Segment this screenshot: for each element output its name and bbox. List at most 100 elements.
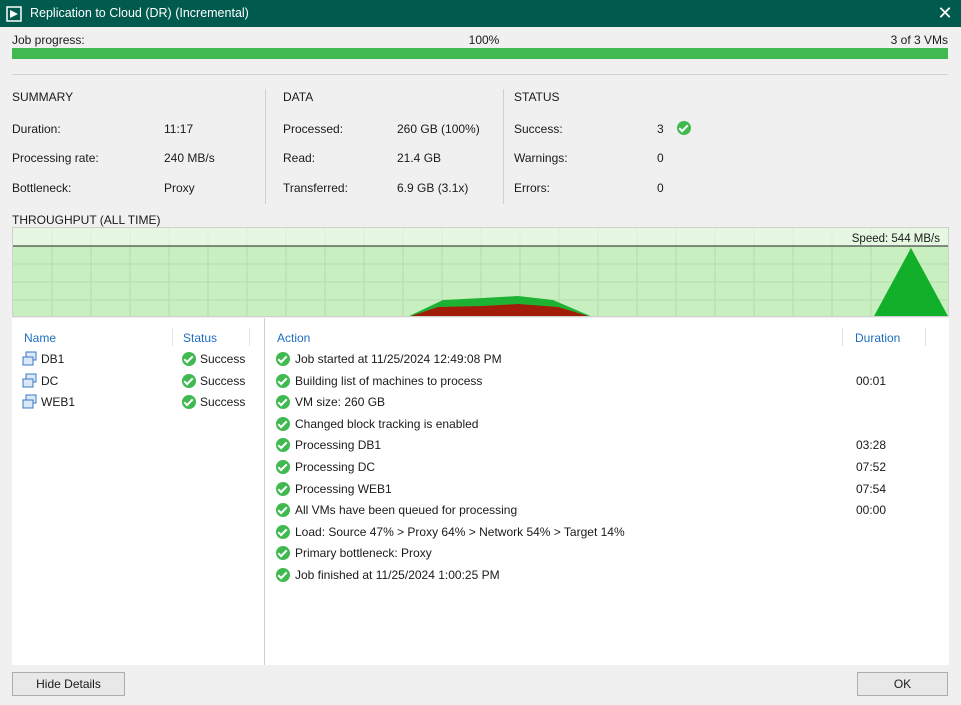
vm-row[interactable]: WEB1 Success: [20, 394, 255, 412]
vm-status-column-header[interactable]: Status: [183, 331, 217, 345]
speed-label: Speed: 544 MB/s: [851, 233, 940, 245]
vm-name: DC: [41, 374, 59, 388]
check-circle-icon: [276, 395, 290, 409]
divider: [265, 89, 266, 204]
action-text: Job started at 11/25/2024 12:49:08 PM: [295, 352, 502, 366]
summary-bottleneck-label: Bottleneck:: [12, 181, 72, 195]
vm-name-column-header[interactable]: Name: [24, 331, 56, 345]
action-text: Load: Source 47% > Proxy 64% > Network 5…: [295, 525, 625, 539]
job-progress-bar: [12, 48, 948, 59]
vm-icon: [22, 373, 37, 388]
summary-bottleneck-value: Proxy: [164, 181, 195, 195]
action-duration: 00:00: [856, 503, 887, 517]
check-circle-icon: [276, 482, 290, 496]
check-circle-icon: [276, 438, 290, 452]
action-row[interactable]: Job finished at 11/25/2024 1:00:25 PM: [276, 567, 941, 585]
check-circle-icon: [276, 503, 290, 517]
summary-duration-label: Duration:: [12, 122, 61, 136]
vm-icon: [22, 394, 37, 409]
data-read-label: Read:: [283, 151, 316, 165]
data-heading: DATA: [283, 90, 314, 104]
action-text: Processing DC: [295, 460, 376, 474]
summary-rate-value: 240 MB/s: [164, 151, 215, 165]
action-text: VM size: 260 GB: [295, 395, 386, 409]
action-row[interactable]: Job started at 11/25/2024 12:49:08 PM: [276, 351, 941, 369]
action-text: Processing DB1: [295, 438, 382, 452]
column-separator: [172, 328, 173, 346]
action-row[interactable]: Load: Source 47% > Proxy 64% > Network 5…: [276, 524, 941, 542]
status-success-label: Success:: [514, 122, 563, 136]
action-text: Job finished at 11/25/2024 1:00:25 PM: [295, 568, 500, 582]
vm-row[interactable]: DB1 Success: [20, 351, 255, 369]
job-progress-vm-count: 3 of 3 VMs: [890, 33, 948, 47]
action-row[interactable]: VM size: 260 GB: [276, 394, 941, 412]
action-row[interactable]: Building list of machines to process 00:0…: [276, 373, 941, 391]
divider: [12, 74, 948, 75]
check-circle-icon: [182, 374, 196, 388]
action-row[interactable]: All VMs have been queued for processing 0…: [276, 502, 941, 520]
data-transferred-label: Transferred:: [283, 181, 348, 195]
action-duration: 00:01: [856, 374, 887, 388]
duration-column-header[interactable]: Duration: [855, 331, 900, 345]
throughput-chart: Speed: 544 MB/s: [12, 227, 949, 317]
check-circle-icon: [276, 417, 290, 431]
action-text: Processing WEB1: [295, 482, 392, 496]
status-errors-label: Errors:: [514, 181, 550, 195]
summary-rate-label: Processing rate:: [12, 151, 99, 165]
close-icon[interactable]: ✕: [929, 0, 961, 27]
action-row[interactable]: Processing DB1 03:28: [276, 437, 941, 455]
status-success-value: 3: [657, 122, 664, 136]
action-column-header[interactable]: Action: [277, 331, 310, 345]
chart-top-band: [13, 228, 948, 246]
throughput-chart-svg: [13, 228, 948, 316]
data-read-value: 21.4 GB: [397, 151, 442, 165]
check-circle-icon: [276, 546, 290, 560]
status-errors-value: 0: [657, 181, 664, 195]
status-heading: STATUS: [514, 90, 560, 104]
check-circle-icon: [182, 395, 196, 409]
check-circle-icon: [276, 525, 290, 539]
vm-status: Success: [200, 374, 246, 388]
action-row[interactable]: Changed block tracking is enabled: [276, 416, 941, 434]
summary-duration-value: 11:17: [164, 122, 194, 136]
status-warnings-value: 0: [657, 151, 664, 165]
column-separator: [925, 328, 926, 346]
check-circle-icon: [276, 374, 290, 388]
check-circle-icon: [276, 460, 290, 474]
window-title: Replication to Cloud (DR) (Incremental): [30, 6, 249, 20]
job-progress-percent: 100%: [468, 33, 500, 47]
job-progress-row: Job progress: 100% 3 of 3 VMs: [12, 32, 948, 48]
title-bar: Replication to Cloud (DR) (Incremental) …: [0, 0, 961, 27]
action-text: Building list of machines to process: [295, 374, 483, 388]
check-circle-icon: [276, 352, 290, 366]
vm-name: DB1: [41, 352, 65, 366]
summary-heading: SUMMARY: [12, 90, 74, 104]
action-row[interactable]: Processing WEB1 07:54: [276, 481, 941, 499]
check-circle-icon: [276, 568, 290, 582]
action-text: Primary bottleneck: Proxy: [295, 546, 432, 560]
job-progress-fill: [12, 48, 948, 59]
column-separator: [842, 328, 843, 346]
veeam-app-icon: [6, 6, 22, 22]
action-text: Changed block tracking is enabled: [295, 417, 479, 431]
vm-row[interactable]: DC Success: [20, 373, 255, 391]
data-processed-label: Processed:: [283, 122, 344, 136]
details-panel: Name Status DB1 Success DC Success WEB1 …: [12, 318, 949, 665]
divider: [264, 318, 265, 665]
divider: [503, 89, 504, 204]
check-circle-icon: [677, 121, 691, 135]
throughput-heading: THROUGHPUT (ALL TIME): [12, 213, 161, 227]
data-transferred-value: 6.9 GB (3.1x): [397, 181, 469, 195]
vm-status: Success: [200, 395, 246, 409]
action-duration: 07:52: [856, 460, 887, 474]
vm-icon: [22, 351, 37, 366]
vm-name: WEB1: [41, 395, 76, 409]
hide-details-button[interactable]: Hide Details: [12, 672, 125, 696]
action-row[interactable]: Primary bottleneck: Proxy: [276, 545, 941, 563]
vm-status: Success: [200, 352, 246, 366]
column-separator: [249, 328, 250, 346]
action-row[interactable]: Processing DC 07:52: [276, 459, 941, 477]
status-warnings-label: Warnings:: [514, 151, 568, 165]
ok-button[interactable]: OK: [857, 672, 948, 696]
check-circle-icon: [182, 352, 196, 366]
